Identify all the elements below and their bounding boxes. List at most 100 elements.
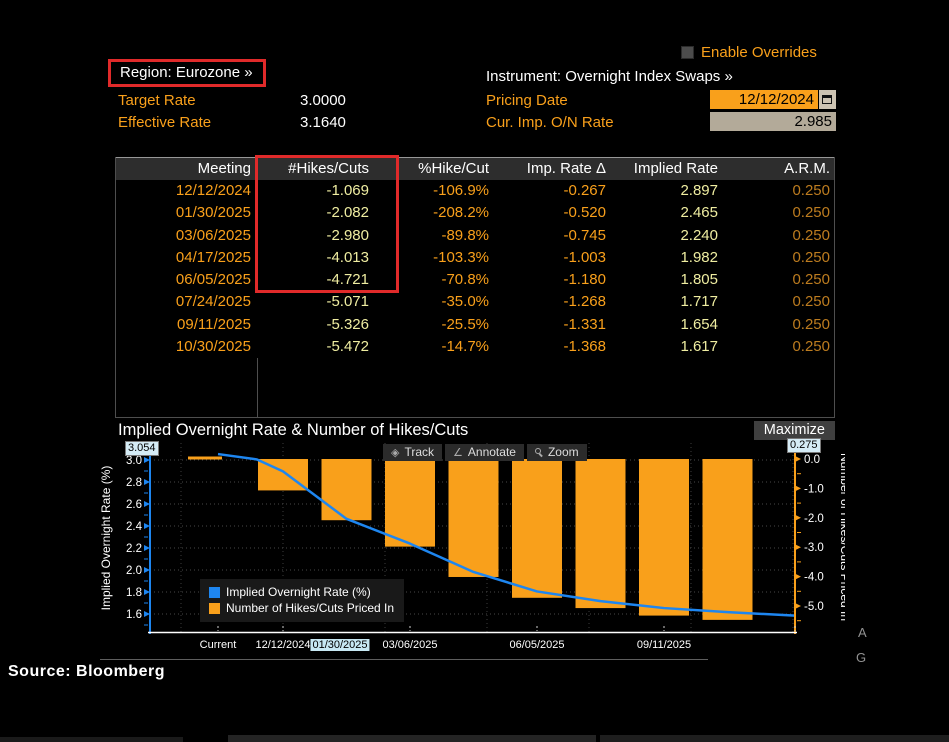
enable-overrides-control: Enable Overrides [681, 44, 817, 61]
chart-panel: Implied Overnight Rate & Number of Hikes… [100, 420, 845, 660]
table-cell: -5.472 [255, 336, 373, 358]
column-header-2[interactable]: %Hike/Cut [373, 158, 493, 180]
chart-frame-line [100, 659, 708, 660]
table-cell: 09/11/2025 [116, 314, 255, 336]
legend-label: Number of Hikes/Cuts Priced In [226, 600, 394, 616]
side-letter-a: A [858, 625, 867, 640]
table-cell: 0.250 [722, 180, 834, 202]
bloomberg-wirp-screen: Enable Overrides Region: Eurozone » Inst… [0, 0, 949, 742]
x-label-highlighted[interactable]: 01/30/2025 [310, 639, 369, 651]
svg-text:-3.0: -3.0 [804, 542, 824, 554]
meetings-table: Meeting#Hikes/Cuts%Hike/CutImp. Rate ΔIm… [115, 157, 835, 418]
table-row[interactable]: 06/05/2025-4.721-70.8%-1.1801.8050.250 [116, 269, 834, 291]
svg-text:2.8: 2.8 [126, 477, 142, 489]
table-cell: -1.003 [493, 247, 610, 269]
table-cell: -2.980 [255, 225, 373, 247]
x-label: 06/05/2025 [509, 639, 564, 651]
table-row[interactable]: 07/24/2025-5.071-35.0%-1.2681.7170.250 [116, 291, 834, 313]
effective-rate-value: 3.1640 [300, 114, 346, 131]
legend-swatch [209, 587, 220, 598]
column-header-1[interactable]: #Hikes/Cuts [255, 158, 373, 180]
table-row[interactable]: 01/30/2025-2.082-208.2%-0.5202.4650.250 [116, 202, 834, 224]
legend-item: Implied Overnight Rate (%) [209, 584, 394, 600]
table-cell: 2.240 [610, 225, 722, 247]
side-letter-g: G [856, 650, 866, 665]
table-cell: 1.654 [610, 314, 722, 336]
table-cell: -1.069 [255, 180, 373, 202]
region-selector[interactable]: Region: Eurozone » [108, 59, 266, 87]
svg-text:2.0: 2.0 [126, 565, 142, 577]
right-axis-current-marker: 0.275 [787, 438, 821, 453]
svg-text:-5.0: -5.0 [804, 601, 824, 613]
svg-text:Implied Overnight Rate (%): Implied Overnight Rate (%) [100, 466, 113, 611]
table-cell: 12/12/2024 [116, 180, 255, 202]
table-body: 12/12/2024-1.069-106.9%-0.2672.8970.2500… [116, 180, 834, 358]
table-cell: 1.805 [610, 269, 722, 291]
pricing-date-input[interactable]: 12/12/2024 [710, 90, 818, 109]
table-cell: 07/24/2025 [116, 291, 255, 313]
x-label: Current [200, 639, 237, 651]
table-row[interactable]: 10/30/2025-5.472-14.7%-1.3681.6170.250 [116, 336, 834, 358]
annotate-button[interactable]: ∠ Annotate [445, 444, 524, 461]
column-header-5[interactable]: A.R.M. [722, 158, 834, 180]
x-label: 03/06/2025 [382, 639, 437, 651]
column-header-4[interactable]: Implied Rate [610, 158, 722, 180]
cur-imp-rate-label: Cur. Imp. O/N Rate [486, 114, 614, 131]
cur-imp-rate-input[interactable]: 2.985 [710, 112, 836, 131]
legend-item: Number of Hikes/Cuts Priced In [209, 600, 394, 616]
table-cell: -70.8% [373, 269, 493, 291]
table-header-row: Meeting#Hikes/Cuts%Hike/CutImp. Rate ΔIm… [116, 157, 834, 180]
table-row[interactable]: 04/17/2025-4.013-103.3%-1.0031.9820.250 [116, 247, 834, 269]
svg-text:2.2: 2.2 [126, 543, 142, 555]
track-button[interactable]: ◈ Track [383, 444, 442, 461]
table-cell: 2.897 [610, 180, 722, 202]
table-row[interactable]: 12/12/2024-1.069-106.9%-0.2672.8970.250 [116, 180, 834, 202]
table-cell: 0.250 [722, 291, 834, 313]
table-cell: 03/06/2025 [116, 225, 255, 247]
x-label: 09/11/2025 [637, 639, 691, 651]
svg-text:1.8: 1.8 [126, 587, 142, 599]
svg-text:Number of Hikes/Cuts Priced In: Number of Hikes/Cuts Priced In [838, 453, 845, 621]
left-axis-current-marker: 3.054 [125, 441, 159, 456]
zoom-button[interactable]: Zoom [527, 444, 587, 461]
target-rate-value: 3.0000 [300, 92, 346, 109]
table-cell: -5.326 [255, 314, 373, 336]
table-cell: -4.013 [255, 247, 373, 269]
svg-text:-1.0: -1.0 [804, 483, 824, 495]
table-cell: -2.082 [255, 202, 373, 224]
svg-text:-2.0: -2.0 [804, 513, 824, 525]
table-cell: 10/30/2025 [116, 336, 255, 358]
enable-overrides-checkbox[interactable] [681, 46, 694, 59]
table-cell: -14.7% [373, 336, 493, 358]
table-row[interactable]: 03/06/2025-2.980-89.8%-0.7452.2400.250 [116, 225, 834, 247]
table-cell: 0.250 [722, 225, 834, 247]
calendar-icon [822, 95, 832, 104]
taskbar-segment [0, 737, 183, 742]
table-cell: -1.180 [493, 269, 610, 291]
table-cell: 0.250 [722, 202, 834, 224]
calendar-button[interactable] [819, 90, 836, 109]
table-cell: 01/30/2025 [116, 202, 255, 224]
table-cell: 0.250 [722, 269, 834, 291]
meeting-column-divider [257, 358, 258, 417]
column-header-0[interactable]: Meeting [116, 158, 255, 180]
taskbar-segment [228, 735, 596, 742]
column-header-3[interactable]: Imp. Rate Δ [493, 158, 610, 180]
enable-overrides-label: Enable Overrides [701, 44, 817, 61]
zoom-icon [535, 448, 543, 456]
table-cell: -0.520 [493, 202, 610, 224]
chart-legend: Implied Overnight Rate (%)Number of Hike… [200, 579, 404, 622]
instrument-selector[interactable]: Instrument: Overnight Index Swaps » [486, 68, 733, 85]
track-icon: ◈ [391, 446, 399, 459]
table-cell: 2.465 [610, 202, 722, 224]
legend-label: Implied Overnight Rate (%) [226, 584, 371, 600]
svg-text:1.6: 1.6 [126, 609, 142, 621]
table-cell: 04/17/2025 [116, 247, 255, 269]
chart-toolbar: ◈ Track ∠ Annotate Zoom [383, 444, 587, 461]
table-cell: 1.982 [610, 247, 722, 269]
svg-text:-4.0: -4.0 [804, 572, 824, 584]
table-row[interactable]: 09/11/2025-5.326-25.5%-1.3311.6540.250 [116, 314, 834, 336]
table-cell: -25.5% [373, 314, 493, 336]
table-cell: 0.250 [722, 314, 834, 336]
source-caption: Source: Bloomberg [8, 663, 165, 681]
